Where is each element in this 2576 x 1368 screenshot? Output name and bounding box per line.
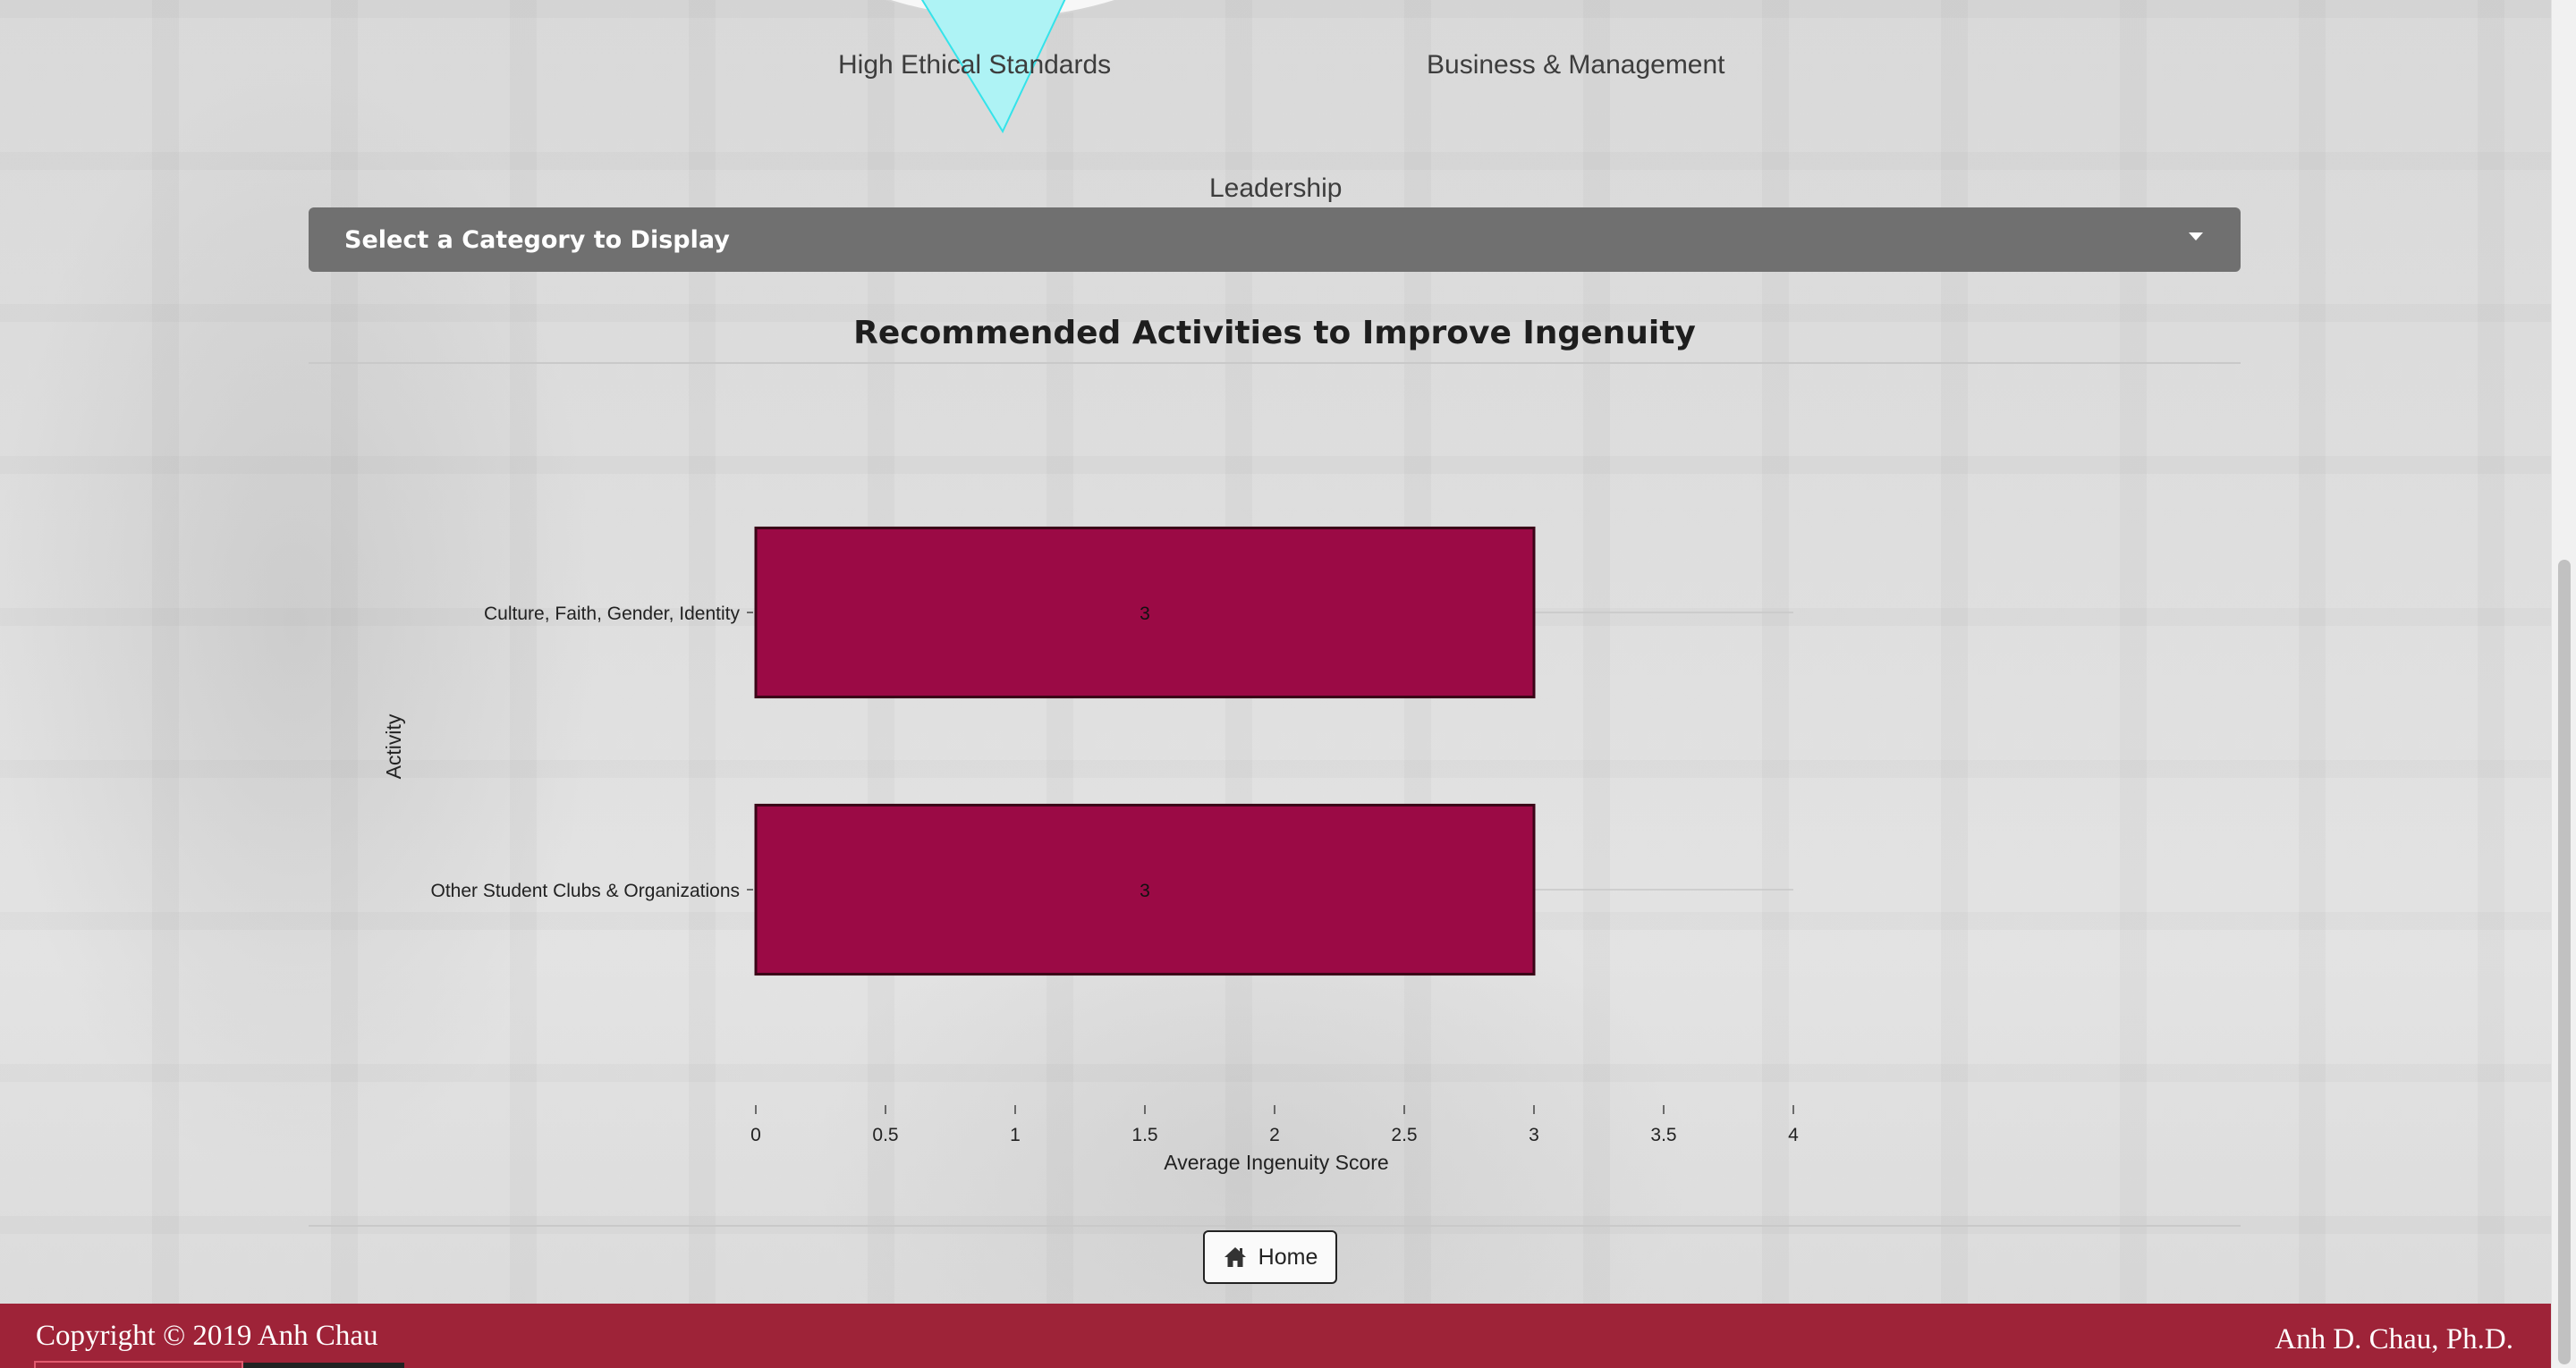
scrollbar-thumb[interactable] [2558, 560, 2571, 1364]
footer-audio-player[interactable] [243, 1363, 404, 1368]
x-tick-label-0: 0 [750, 1125, 761, 1145]
main-content: High Ethical Standards Business & Manage… [309, 0, 2241, 1304]
x-axis-title: Average Ingenuity Score [1164, 1151, 1388, 1174]
home-button-label: Home [1258, 1244, 1318, 1270]
bar-value-label-0: 3 [1140, 604, 1150, 624]
x-tick-label-4: 2 [1269, 1125, 1280, 1145]
x-tick-label-3: 1.5 [1131, 1125, 1157, 1145]
footer-phone: 334-209-0342 [2275, 1359, 2513, 1368]
x-tick-label-6: 3 [1529, 1125, 1539, 1145]
x-tick-label-5: 2.5 [1391, 1125, 1417, 1145]
x-tick-label-8: 4 [1788, 1125, 1799, 1145]
footer-author: Anh D. Chau, Ph.D. [2275, 1323, 2513, 1355]
page-scrollbar[interactable] [2551, 0, 2576, 1368]
category-label-1: Other Student Clubs & Organizations [430, 881, 740, 901]
x-tick-label-2: 1 [1010, 1125, 1021, 1145]
activities-bar-chart: 3 3 Culture, Faith, Gender, Identity Other… [382, 526, 1799, 1174]
x-tick-label-1: 0.5 [872, 1125, 898, 1145]
home-button[interactable]: Home [1203, 1230, 1337, 1284]
home-icon [1224, 1247, 1246, 1267]
bar-value-label-1: 3 [1140, 881, 1150, 901]
divider-bottom [309, 1225, 2241, 1227]
footer-author-block: Anh D. Chau, Ph.D. 334-209-0342 [2275, 1320, 2513, 1368]
footer-copyright: Copyright © 2019 Anh Chau [36, 1320, 378, 1352]
footer-badge [34, 1361, 243, 1368]
footer: Copyright © 2019 Anh Chau Anh D. Chau, P… [0, 1304, 2551, 1368]
category-label-0: Culture, Faith, Gender, Identity [484, 604, 740, 624]
y-axis-title: Activity [382, 714, 405, 779]
x-tick-label-7: 3.5 [1650, 1125, 1676, 1145]
